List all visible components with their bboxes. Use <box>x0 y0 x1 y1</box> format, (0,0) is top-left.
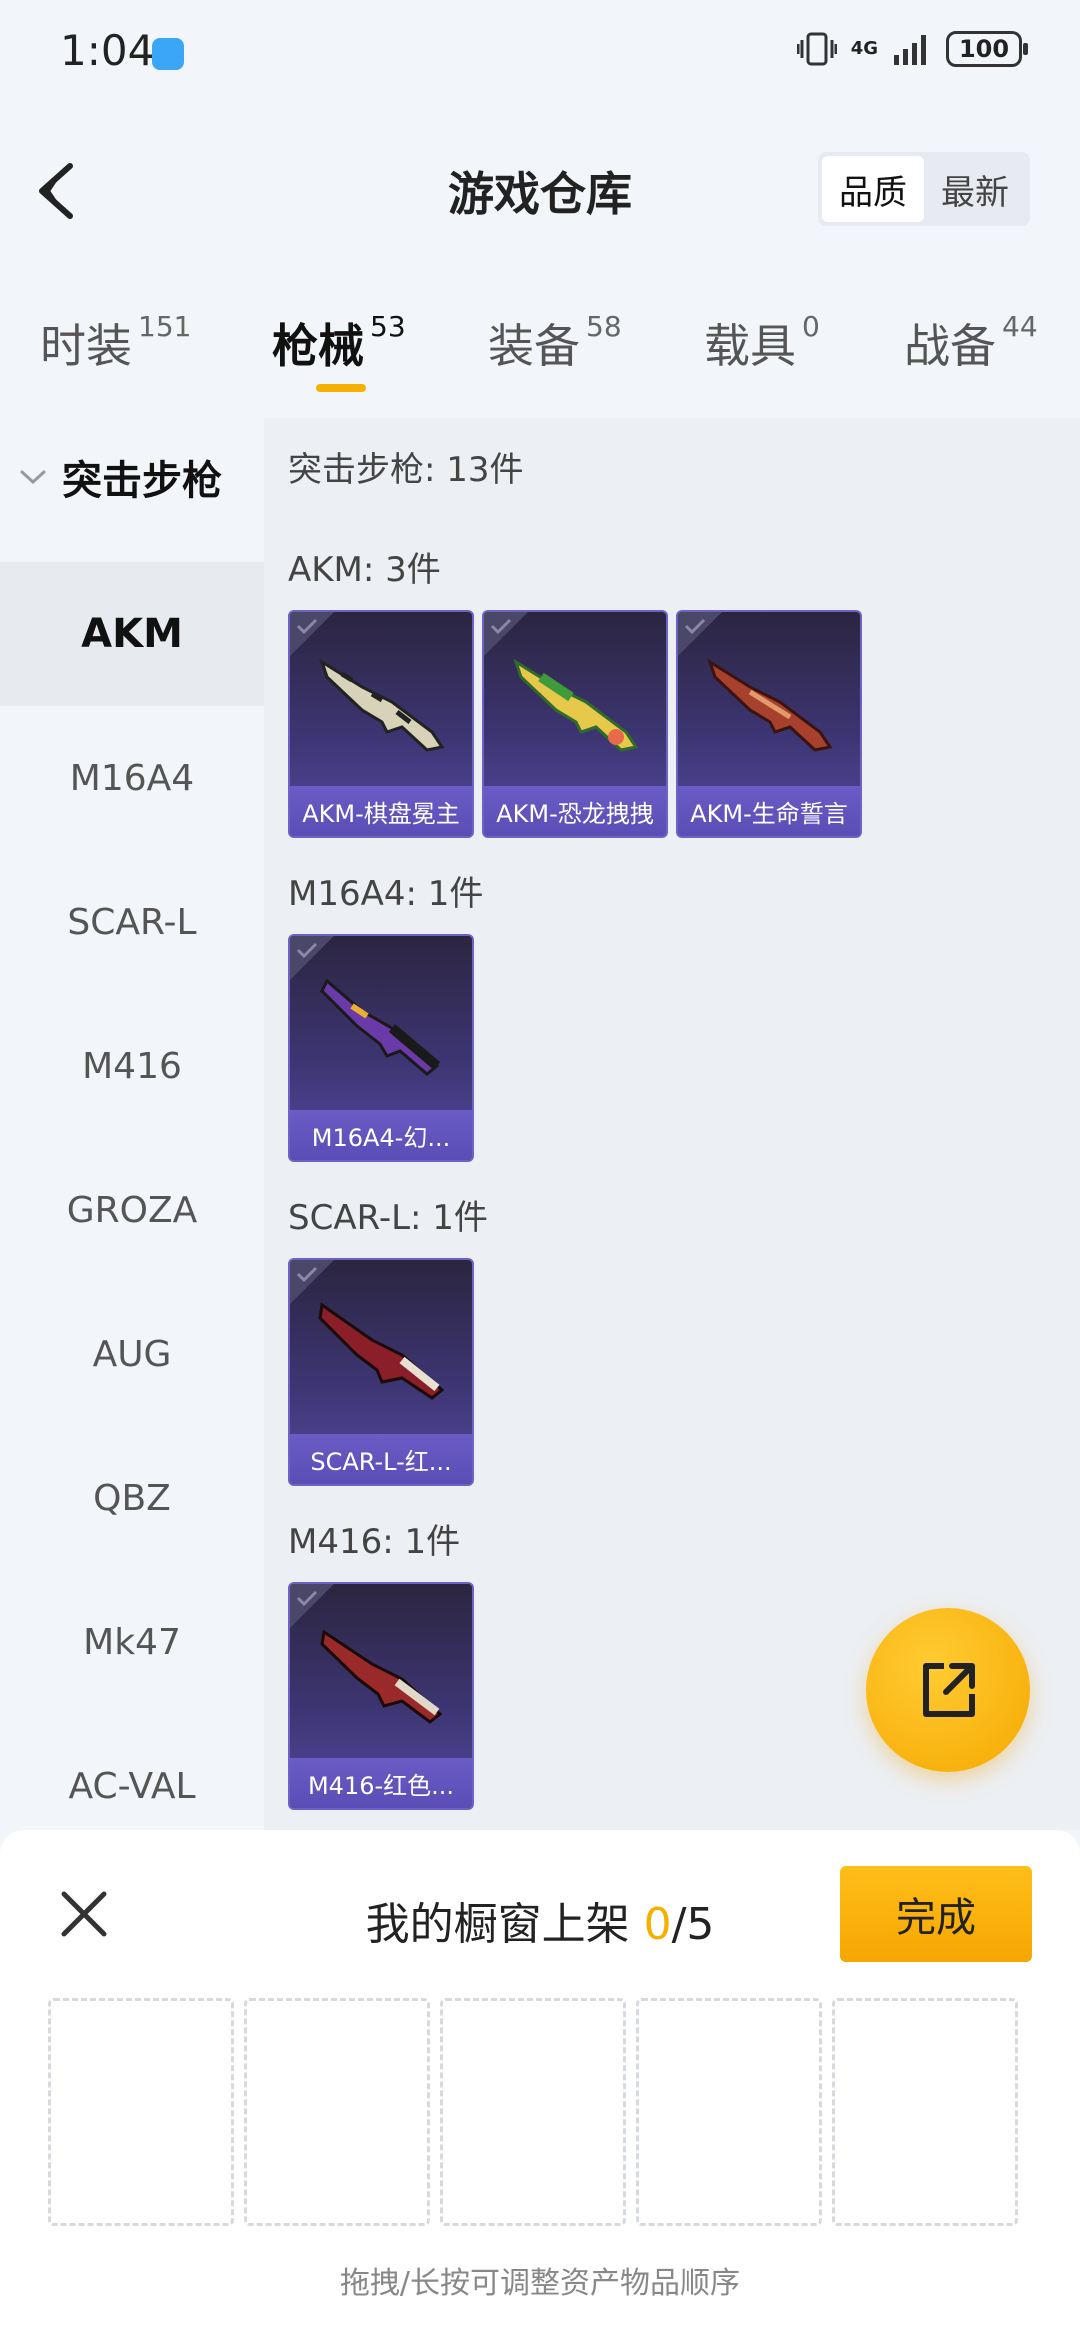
tab-label: 战备 <box>904 319 996 373</box>
share-button[interactable] <box>866 1608 1030 1772</box>
tab-count: 151 <box>138 310 192 343</box>
sidebar-category[interactable]: 突击步枪 <box>18 448 222 506</box>
showcase-slot[interactable] <box>832 1998 1018 2226</box>
item-card[interactable]: M416-红色... <box>288 1582 474 1810</box>
group-grid-m16a4: M16A4-幻... <box>288 934 474 1162</box>
tab-count: 44 <box>1002 310 1038 343</box>
item-name: AKM-恐龙拽拽 <box>484 786 666 836</box>
showcase-slot[interactable] <box>48 1998 234 2226</box>
rifle-skin-image <box>320 1629 443 1724</box>
sidebar-item-aug[interactable]: AUG <box>0 1282 264 1426</box>
signal-icon <box>894 35 926 65</box>
tab-count: 0 <box>802 310 820 343</box>
tab-fashion[interactable]: 时装 151 <box>40 310 191 376</box>
sidebar: 突击步枪 AKM M16A4 SCAR-L M416 GROZA AUG QBZ… <box>0 418 264 1830</box>
item-card[interactable]: SCAR-L-红... <box>288 1258 474 1486</box>
sidebar-item-mk47[interactable]: Mk47 <box>0 1570 264 1714</box>
status-time: 1:04 <box>60 26 155 75</box>
share-external-icon <box>923 1663 975 1717</box>
item-name: M416-红色... <box>290 1758 472 1808</box>
tab-equipment[interactable]: 装备 58 <box>488 310 622 376</box>
rifle-skin-image <box>320 978 441 1076</box>
sheet-title-text: 我的橱窗上架 <box>365 1899 630 1950</box>
group-grid-scar-l: SCAR-L-红... <box>288 1258 474 1486</box>
group-title-m416: M416: 1件 <box>288 1522 461 1562</box>
reorder-hint: 拖拽/长按可调整资产物品顺序 <box>339 2266 741 2301</box>
app-notification-icon <box>152 38 184 70</box>
tab-label: 装备 <box>488 319 580 373</box>
network-type: 4G <box>850 38 878 59</box>
sidebar-item-m416[interactable]: M416 <box>0 994 264 1138</box>
done-button[interactable]: 完成 <box>840 1866 1032 1962</box>
sidebar-item-qbz[interactable]: QBZ <box>0 1426 264 1570</box>
tab-label: 载具 <box>704 319 796 373</box>
tab-label: 时装 <box>40 319 132 373</box>
tab-vehicles[interactable]: 载具 0 <box>704 310 820 376</box>
status-indicators: 4G 100 <box>796 30 1028 68</box>
status-bar: 1:04 4G 100 <box>0 0 1080 100</box>
showcase-slot[interactable] <box>244 1998 430 2226</box>
item-card[interactable]: AKM-恐龙拽拽 <box>482 610 668 838</box>
group-title-scar-l: SCAR-L: 1件 <box>288 1198 488 1238</box>
item-card[interactable]: M16A4-幻... <box>288 934 474 1162</box>
sort-toggle[interactable]: 品质 最新 <box>818 152 1030 226</box>
rifle-skin-image <box>318 1302 445 1400</box>
rifle-skin-image <box>513 658 639 752</box>
page-header: 游戏仓库 品质 最新 <box>0 130 1080 250</box>
category-summary: 突击步枪: 13件 <box>288 450 524 490</box>
item-name: M16A4-幻... <box>290 1110 472 1160</box>
tab-battle-gear[interactable]: 战备 44 <box>904 310 1038 376</box>
showcase-sheet: 我的橱窗上架 0/5 完成 拖拽/长按可调整资产物品顺序 <box>0 1830 1080 2340</box>
sidebar-category-label: 突击步枪 <box>62 458 222 504</box>
showcase-slot[interactable] <box>440 1998 626 2226</box>
tab-count: 53 <box>370 310 406 343</box>
group-title-m16a4: M16A4: 1件 <box>288 874 484 914</box>
sort-option-latest[interactable]: 最新 <box>924 156 1026 222</box>
rifle-skin-image <box>319 658 445 752</box>
sidebar-item-scar-l[interactable]: SCAR-L <box>0 850 264 994</box>
sidebar-item-m16a4[interactable]: M16A4 <box>0 706 264 850</box>
chevron-down-icon <box>20 470 46 485</box>
battery-indicator: 100 <box>946 31 1028 67</box>
selected-count: 0 <box>643 1899 672 1950</box>
sidebar-item-groza[interactable]: GROZA <box>0 1138 264 1282</box>
showcase-slots <box>48 1998 1018 2226</box>
group-grid-m416: M416-红色... <box>288 1582 474 1810</box>
sidebar-item-akm[interactable]: AKM <box>0 562 264 706</box>
tab-count: 58 <box>586 310 622 343</box>
item-card[interactable]: AKM-生命誓言 <box>676 610 862 838</box>
tab-label: 枪械 <box>272 319 364 373</box>
group-title-akm: AKM: 3件 <box>288 550 441 590</box>
category-tabs: 时装 151 枪械 53 装备 58 载具 0 战备 44 <box>0 300 1080 400</box>
item-name: AKM-棋盘冕主 <box>290 786 472 836</box>
item-name: SCAR-L-红... <box>290 1434 472 1484</box>
showcase-slot[interactable] <box>636 1998 822 2226</box>
sort-option-quality[interactable]: 品质 <box>822 156 924 222</box>
group-grid-akm: AKM-棋盘冕主 AKM-恐龙拽拽 AKM-生命誓言 <box>288 610 862 838</box>
tab-active-indicator <box>316 384 366 392</box>
item-name: AKM-生命誓言 <box>678 786 860 836</box>
item-card[interactable]: AKM-棋盘冕主 <box>288 610 474 838</box>
selected-total: /5 <box>671 1899 715 1950</box>
vibrate-icon <box>796 32 837 66</box>
tab-guns[interactable]: 枪械 53 <box>272 310 406 376</box>
rifle-skin-image <box>707 658 833 752</box>
